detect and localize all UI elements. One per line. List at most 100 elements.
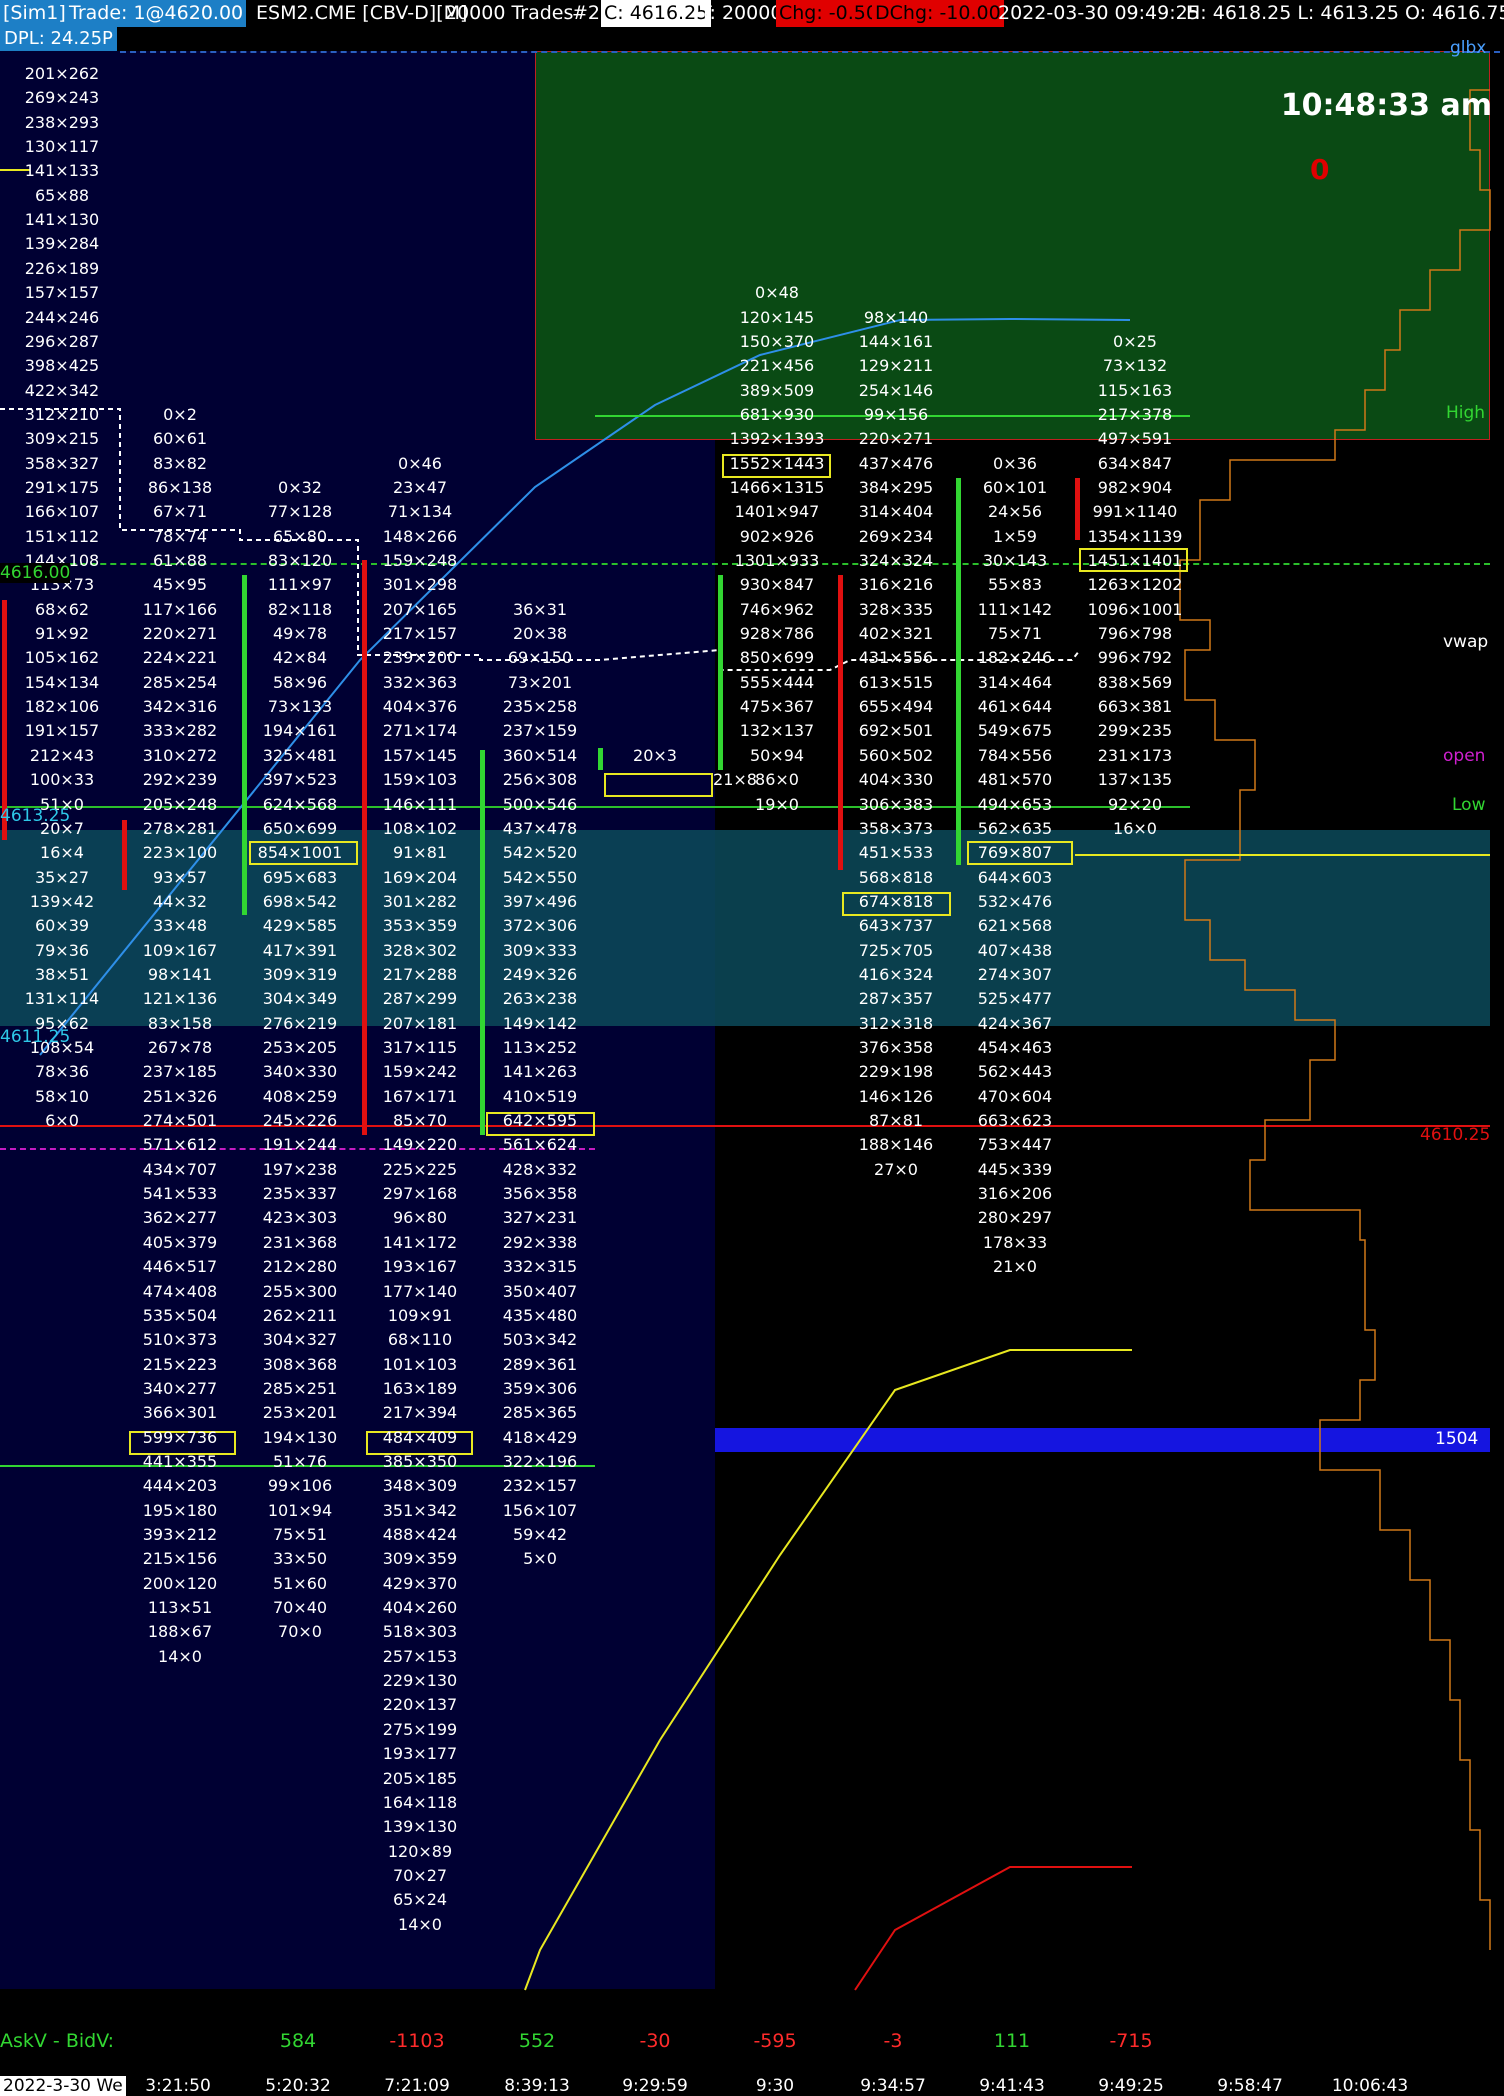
footprint-cell: 44×32: [152, 891, 208, 911]
footprint-cell: 207×181: [382, 1013, 458, 1033]
footprint-cell: 275×199: [382, 1719, 458, 1739]
yellow-trend-line: [524, 1349, 1132, 1991]
footprint-cell: 358×373: [858, 818, 934, 838]
footprint-cell: 0×46: [398, 453, 442, 473]
footprint-cell: 418×429: [502, 1427, 578, 1447]
delta-value: -595: [753, 2030, 797, 2052]
footprint-cell: 285×365: [502, 1403, 578, 1423]
time-axis-label: 10:06:43: [1331, 2076, 1409, 2096]
footprint-cell: 50×94: [749, 745, 805, 765]
footprint-cell: 21×0: [993, 1257, 1037, 1277]
footprint-cell: 784×556: [977, 745, 1053, 765]
footprint-cell: 253×205: [262, 1038, 338, 1057]
footprint-cell: 309×319: [262, 964, 338, 984]
footprint-cell: 317×115: [382, 1038, 458, 1057]
footprint-cell: 215×223: [142, 1354, 218, 1374]
footprint-cell: 494×653: [977, 794, 1053, 814]
footprint-cell: 342×316: [142, 697, 218, 717]
glbx-label: glbx: [1450, 38, 1487, 58]
change-label: Chg: -0.50: [776, 0, 881, 27]
footprint-cell: 309×359: [382, 1549, 458, 1569]
footprint-cell: 205×248: [142, 794, 218, 814]
footprint-cell: 188×146: [858, 1135, 934, 1155]
footprint-cell: 49×78: [272, 624, 328, 644]
footprint-cell: 38×51: [34, 964, 90, 984]
volume-bar-label: 1504: [1435, 1429, 1479, 1449]
footprint-cell: 325×481: [262, 745, 338, 765]
footprint-cell: 314×404: [858, 502, 934, 522]
footprint-cell: 33×50: [272, 1549, 328, 1569]
footprint-cell: 141×133: [24, 161, 100, 181]
footprint-cell: 324×324: [858, 551, 934, 570]
footprint-cell: 20×38: [512, 624, 568, 644]
tick-count: T: 20000: [700, 2, 783, 24]
footprint-cell: 5×0: [523, 1549, 557, 1569]
footprint-cell: 332×315: [502, 1257, 578, 1277]
footprint-cell: 212×280: [262, 1257, 338, 1277]
footprint-cell: 560×502: [858, 745, 934, 765]
footprint-cell: 78×36: [34, 1062, 90, 1082]
vwap-label: vwap: [1443, 632, 1489, 652]
footprint-cell: 91×81: [392, 843, 448, 863]
footprint-cell: 850×699: [739, 648, 815, 668]
footprint-cell: 121×136: [142, 989, 218, 1009]
footprint-cell: 58×96: [272, 672, 328, 692]
footprint-cell: 146×126: [858, 1086, 934, 1106]
datetime-label: 2022-03-30 09:49:25: [998, 2, 1200, 24]
footprint-cell: 681×930: [739, 404, 815, 424]
footprint-cell: 444×203: [142, 1476, 218, 1496]
footprint-cell: 154×134: [24, 672, 100, 692]
footprint-cell: 191×157: [24, 721, 100, 741]
footprint-cell: 51×60: [272, 1573, 328, 1593]
open-label: open: [1443, 746, 1486, 766]
footprint-cell: 429×370: [382, 1573, 458, 1593]
footprint-cell: 244×246: [24, 307, 100, 327]
footprint-cell: 542×520: [502, 843, 578, 863]
footprint-cell: 55×83: [987, 575, 1043, 595]
delta-value: -715: [1109, 2030, 1153, 2052]
footprint-cell: 269×234: [858, 526, 934, 546]
footprint-cell: 58×10: [34, 1086, 90, 1106]
footprint-cell: 239×200: [382, 648, 458, 668]
footprint-cell: 27×0: [874, 1159, 918, 1179]
footprint-cell: 301×298: [382, 575, 458, 595]
time-axis-label: 9:34:57: [860, 2076, 926, 2096]
footprint-cell: 92×20: [1107, 794, 1163, 814]
footprint-cell: 120×145: [739, 307, 815, 327]
footprint-cell: 1096×1001: [1087, 599, 1183, 619]
footprint-cell: 120×89: [387, 1841, 453, 1861]
footprint-cell: 99×156: [863, 404, 929, 424]
footprint-cell: 111×97: [267, 575, 333, 595]
footprint-cell: 397×496: [502, 891, 578, 911]
trade-label: Trade: 1@4620.00: [66, 0, 247, 27]
footprint-cell: 437×478: [502, 818, 578, 838]
footprint-cell: 215×156: [142, 1549, 218, 1569]
footprint-cell: 434×707: [142, 1159, 218, 1179]
footprint-cell: 353×359: [382, 916, 458, 936]
footprint-cell: 366×301: [142, 1403, 218, 1423]
footprint-cell: 316×216: [858, 575, 934, 595]
footprint-cell: 105×162: [24, 648, 100, 668]
footprint-cell: 291×175: [24, 477, 100, 497]
footprint-cell: 274×501: [142, 1111, 218, 1131]
footprint-cell: 316×206: [977, 1184, 1053, 1204]
footprint-cell: 481×570: [977, 770, 1053, 790]
footprint-cell: 70×40: [272, 1598, 328, 1618]
footprint-cell: 177×140: [382, 1281, 458, 1301]
footprint-cell: 132×137: [739, 721, 815, 741]
footprint-cell: 267×78: [147, 1038, 213, 1057]
footprint-cell: 299×235: [1097, 721, 1173, 741]
footprint-cell: 312×318: [858, 1013, 934, 1033]
footprint-cell: 475×367: [739, 697, 815, 717]
footprint-cell: 73×201: [507, 672, 573, 692]
footprint-cell: 429×585: [262, 916, 338, 936]
footprint-cell: 991×1140: [1092, 502, 1178, 522]
footprint-cell: 220×271: [858, 429, 934, 449]
footprint-cell: 271×174: [382, 721, 458, 741]
footprint-cell: 644×603: [977, 867, 1053, 887]
delta-value: 584: [279, 2030, 317, 2052]
footprint-cell: 642×595: [502, 1111, 578, 1131]
footprint-cell: 201×262: [24, 64, 100, 83]
footprint-cell: 51×76: [272, 1451, 328, 1471]
footprint-cell: 60×61: [152, 429, 208, 449]
